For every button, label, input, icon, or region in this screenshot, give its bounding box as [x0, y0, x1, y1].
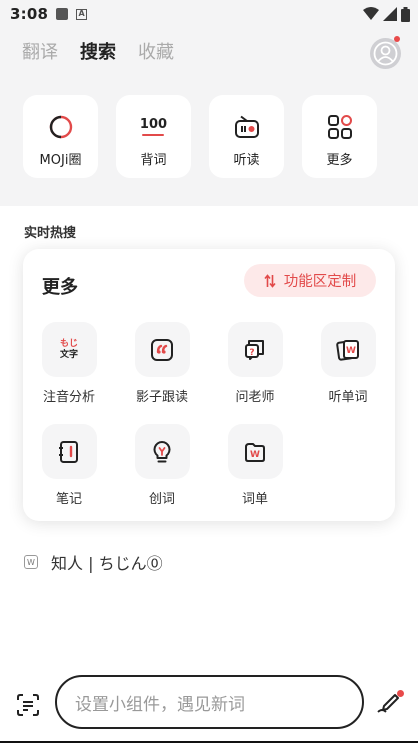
more-panel-title: 更多 — [42, 277, 78, 298]
svg-text:W: W — [250, 450, 260, 460]
word-icon: W — [24, 555, 38, 569]
notes[interactable]: 笔记 — [34, 424, 104, 507]
quick-label: MOJi圈 — [39, 153, 82, 168]
top-tabs: 翻译 搜索 收藏 — [22, 38, 174, 64]
hot-search-item[interactable]: W 知人 | ちじん⓪ — [24, 550, 163, 574]
quick-listen-read[interactable]: 听读 — [209, 95, 284, 178]
100-words-icon: 100 — [140, 113, 167, 141]
word-list[interactable]: W 词单 — [220, 424, 290, 507]
more-panel: 更多 功能区定制 もじ 文字 注音分析 影子跟读 ? 问老师 W 听单词 笔记 … — [23, 249, 395, 521]
widget-input-placeholder: 设置小组件，遇见新词 — [75, 694, 245, 715]
status-time: 3:08 — [10, 5, 49, 23]
hot-search-text: 知人 | ちじん⓪ — [51, 554, 163, 573]
tab-favorites[interactable]: 收藏 — [138, 38, 174, 64]
radio-icon — [234, 115, 259, 138]
svg-text:?: ? — [249, 348, 254, 358]
underline-mark — [142, 134, 165, 136]
notebook-icon — [59, 440, 78, 463]
quick-recite-words[interactable]: 100 背词 — [116, 95, 191, 178]
more-item-label: 创词 — [148, 492, 175, 507]
more-item-label: 影子跟读 — [135, 390, 188, 405]
furigana-icon: もじ 文字 — [41, 322, 97, 377]
shadow-reading[interactable]: 影子跟读 — [127, 322, 197, 405]
more-item-label: 词单 — [241, 492, 268, 507]
signal-icon — [383, 7, 397, 21]
widget-input[interactable]: 设置小组件，遇见新词 — [55, 675, 364, 729]
more-item-label: 问老师 — [235, 390, 275, 405]
pen-notification-dot — [397, 690, 404, 697]
quick-label: 背词 — [140, 153, 167, 168]
listen-words-icon: W — [336, 339, 359, 361]
shadowing-quote-icon — [151, 338, 173, 361]
grid-more-icon — [327, 115, 352, 139]
svg-text:W: W — [346, 346, 356, 356]
hot-search-title: 实时热搜 — [24, 226, 77, 241]
furigana-analysis[interactable]: もじ 文字 注音分析 — [34, 322, 104, 405]
wifi-icon — [363, 7, 379, 20]
ask-teacher-icon: ? — [245, 339, 264, 360]
listen-words[interactable]: W 听单词 — [313, 322, 383, 405]
furigana-icon-bottom: 文字 — [59, 349, 78, 360]
tab-search[interactable]: 搜索 — [80, 38, 116, 64]
more-item-label: 笔记 — [55, 492, 82, 507]
create-word[interactable]: 创词 — [127, 424, 197, 507]
keyboard-indicator-icon: A — [76, 8, 88, 20]
avatar-notification-dot — [394, 36, 400, 42]
quick-moji-circle[interactable]: MOJi圈 — [23, 95, 98, 178]
tab-translate[interactable]: 翻译 — [22, 38, 58, 64]
moji-circle-icon — [49, 115, 72, 139]
customize-button[interactable]: 功能区定制 — [244, 264, 376, 297]
user-icon — [373, 41, 398, 66]
quick-more[interactable]: 更多 — [302, 95, 377, 178]
scan-text-icon[interactable] — [16, 693, 40, 717]
avatar[interactable] — [370, 38, 401, 69]
quick-label: 听读 — [233, 153, 260, 168]
more-item-label: 听单词 — [328, 390, 368, 405]
status-bar: 3:08 A — [0, 0, 418, 28]
battery-icon — [401, 6, 410, 22]
furigana-icon-top: もじ — [59, 338, 78, 349]
customize-label: 功能区定制 — [283, 274, 357, 290]
quick-label: 更多 — [326, 153, 353, 168]
word-list-icon: W — [245, 442, 265, 462]
create-word-icon — [153, 440, 171, 462]
notification-icon — [56, 8, 69, 20]
ask-teacher[interactable]: ? 问老师 — [220, 322, 290, 405]
more-item-label: 注音分析 — [42, 390, 95, 405]
sort-arrows-icon — [264, 273, 276, 288]
icon-text-100: 100 — [139, 117, 168, 132]
